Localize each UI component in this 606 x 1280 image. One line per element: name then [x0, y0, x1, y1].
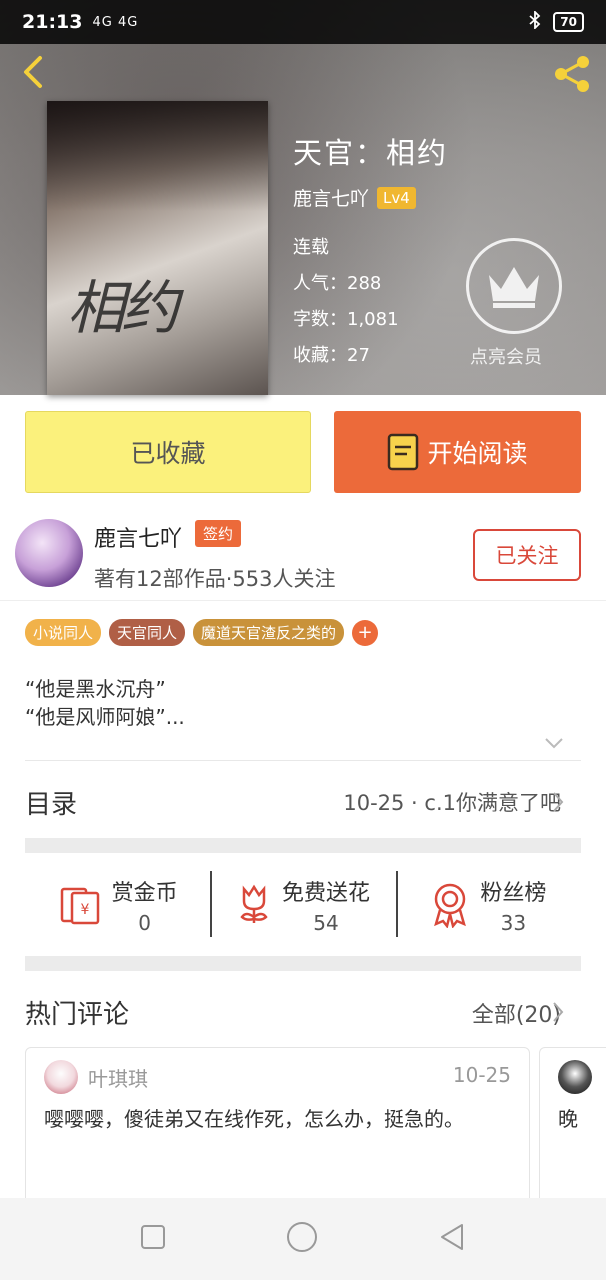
fan-ranking-button[interactable]: 粉丝榜 33 — [395, 865, 581, 945]
tag-list: 小说同人 天官同人 魔道天官渣反之类的 + — [25, 619, 379, 646]
chevron-right-icon[interactable] — [551, 790, 565, 814]
vip-label[interactable]: 点亮会员 — [470, 343, 542, 369]
signed-badge: 签约 — [195, 520, 242, 547]
latest-chapter[interactable]: 10-25 · c.1你满意了吧 — [343, 787, 561, 817]
cover-title-text: 相约 — [67, 274, 179, 342]
bluetooth-icon — [529, 9, 541, 33]
vip-button[interactable] — [466, 238, 562, 334]
comment-text: 嘤嘤嘤，傻徒弟又在线作死，怎么办，挺急的。 — [44, 1107, 464, 1131]
stat-value: 0 — [138, 911, 152, 935]
square-icon — [141, 1225, 165, 1249]
medal-icon — [434, 883, 467, 928]
tag-item[interactable]: 天官同人 — [109, 619, 186, 646]
clock: 21:13 — [22, 11, 83, 33]
reward-coins-button[interactable]: ¥ 赏金币 0 — [25, 865, 210, 945]
commenter-avatar[interactable] — [558, 1060, 592, 1094]
tag-item[interactable]: 魔道天官渣反之类的 — [193, 619, 345, 646]
section-separator — [25, 956, 581, 971]
book-author[interactable]: 鹿言七吖 — [293, 184, 369, 211]
chevron-right-icon[interactable] — [551, 1000, 565, 1024]
chevron-left-icon — [24, 56, 42, 88]
hot-comments-title: 热门评论 — [25, 1000, 130, 1030]
favorited-button[interactable]: 已收藏 — [25, 411, 311, 493]
back-button[interactable] — [14, 52, 54, 92]
book-icon — [388, 433, 419, 471]
divider — [0, 600, 606, 601]
crown-icon — [489, 267, 539, 308]
intro-line: “他是风师阿娘”... — [25, 705, 185, 729]
follow-button[interactable]: 已关注 — [473, 529, 581, 581]
book-author-row[interactable]: 鹿言七吖 Lv4 — [293, 184, 416, 211]
level-badge: Lv4 — [377, 186, 416, 209]
battery-indicator: 70 — [553, 12, 584, 32]
stats-bar: ¥ 赏金币 0 免费送花 54 粉丝榜 33 — [25, 865, 581, 945]
book-title: 天官：相约 — [293, 136, 449, 170]
commenter-name[interactable]: 叶琪琪 — [88, 1063, 148, 1092]
section-separator — [25, 838, 581, 853]
stat-value: 33 — [500, 911, 527, 935]
stat-label: 赏金币 — [111, 881, 178, 906]
stat-label: 粉丝榜 — [480, 881, 547, 906]
back-nav-button[interactable] — [438, 1222, 466, 1256]
share-icon — [555, 56, 589, 92]
add-tag-button[interactable]: + — [352, 619, 379, 646]
free-flower-button[interactable]: 免费送花 54 — [210, 865, 395, 945]
expand-intro-button[interactable] — [543, 734, 565, 752]
follow-label: 已关注 — [495, 544, 559, 568]
circle-icon — [287, 1222, 317, 1252]
start-reading-label: 开始阅读 — [427, 439, 528, 468]
all-comments-link[interactable]: 全部(20) — [472, 997, 561, 1029]
favorite-count: 收藏：27 — [293, 345, 370, 366]
triangle-back-icon — [441, 1224, 463, 1250]
word-count: 字数：1,081 — [293, 309, 399, 330]
system-nav-bar — [0, 1198, 606, 1280]
intro-line: “他是黑水沉舟” — [25, 677, 166, 701]
author-name[interactable]: 鹿言七吖 — [94, 521, 182, 553]
toc-label[interactable]: 目录 — [25, 784, 77, 821]
book-cover[interactable]: 相约 — [47, 101, 268, 395]
share-button[interactable] — [550, 52, 594, 96]
comment-card[interactable]: 叶琪琪 10-25 嘤嘤嘤，傻徒弟又在线作死，怎么办，挺急的。 — [25, 1047, 530, 1207]
red-envelope-icon: ¥ — [60, 887, 99, 925]
popularity-count: 人气：288 — [293, 273, 382, 294]
comment-date: 10-25 — [452, 1063, 511, 1087]
author-summary: 著有12部作品·553人关注 — [94, 567, 336, 591]
comment-card[interactable]: 晚 — [539, 1047, 606, 1207]
favorited-label: 已收藏 — [130, 439, 206, 468]
commenter-avatar[interactable] — [44, 1060, 78, 1094]
cover-art — [47, 101, 268, 211]
chevron-down-icon — [545, 738, 563, 749]
signal-indicator: 4G 4G — [92, 14, 139, 30]
stat-label: 免费送花 — [281, 881, 370, 906]
divider — [25, 760, 581, 761]
author-avatar[interactable] — [15, 519, 83, 587]
comment-text: 晚 — [558, 1107, 578, 1131]
home-button[interactable] — [286, 1221, 318, 1257]
recent-apps-button[interactable] — [140, 1224, 166, 1254]
tag-item[interactable]: 小说同人 — [25, 619, 102, 646]
status-bar: 21:13 4G 4G 70 — [0, 0, 606, 44]
start-reading-button[interactable]: 开始阅读 — [334, 411, 581, 493]
stat-value: 54 — [313, 911, 339, 935]
book-intro[interactable]: “他是黑水沉舟” “他是风师阿娘”... — [25, 675, 185, 731]
flower-icon — [240, 884, 268, 923]
svg-text:¥: ¥ — [80, 902, 89, 918]
serial-status: 连载 — [293, 237, 329, 258]
